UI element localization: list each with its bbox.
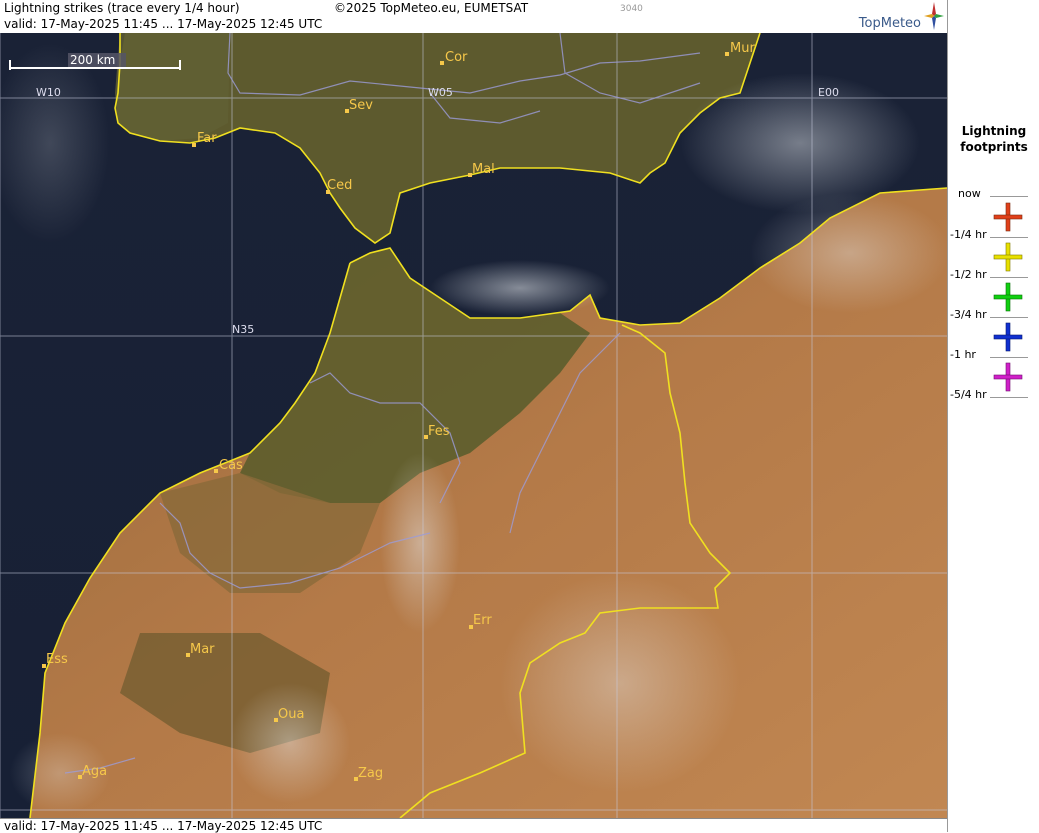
cloud	[230, 683, 350, 803]
map-code: 3040	[620, 4, 643, 14]
city-label-mar: Mar	[190, 642, 215, 657]
lightning-cross-icon	[993, 322, 1023, 352]
satellite-map[interactable]: 200 km W10 W05 E00 N35 Cor Mur Sev Far C…	[0, 33, 947, 818]
grid-label-w10: W10	[36, 86, 61, 99]
city-label-oua: Oua	[278, 707, 304, 722]
city-label-ced: Ced	[327, 178, 352, 193]
legend-label: -5/4 hr	[950, 388, 987, 401]
city-label-zag: Zag	[358, 766, 383, 781]
legend-divider	[990, 196, 1028, 197]
city-mur[interactable]: Mur	[725, 41, 755, 56]
city-label-far: Far	[197, 131, 217, 146]
grid-label-w05: W05	[428, 86, 453, 99]
cloud	[750, 193, 947, 313]
valid-time-bottom: valid: 17-May-2025 11:45 ... 17-May-2025…	[4, 819, 323, 833]
cloud	[500, 573, 740, 793]
grid-label-e00: E00	[818, 86, 839, 99]
topmeteo-logo[interactable]: TopMeteo	[827, 0, 947, 33]
legend-title-line2: footprints	[960, 140, 1028, 154]
legend-item-three-quarter: -3/4 hr	[948, 278, 1039, 321]
city-oua[interactable]: Oua	[274, 707, 304, 722]
lightning-cross-icon	[993, 202, 1023, 232]
legend-item-half: -1/2 hr	[948, 238, 1039, 281]
legend-divider	[990, 397, 1028, 398]
city-label-mal: Mal	[472, 162, 495, 177]
valid-time-top: valid: 17-May-2025 11:45 ... 17-May-2025…	[4, 17, 323, 31]
copyright-text: ©2025 TopMeteo.eu, EUMETSAT	[334, 1, 529, 15]
city-ced[interactable]: Ced	[326, 178, 352, 194]
legend-item-quarter: -1/4 hr	[948, 198, 1039, 241]
brand-name: TopMeteo	[858, 16, 921, 31]
header-bar: Lightning strikes (trace every 1/4 hour)…	[0, 0, 947, 34]
city-fes[interactable]: Fes	[424, 424, 450, 439]
footer-bar: valid: 17-May-2025 11:45 ... 17-May-2025…	[0, 818, 947, 833]
city-label-fes: Fes	[428, 424, 450, 439]
city-aga[interactable]: Aga	[78, 764, 107, 779]
city-ess[interactable]: Ess	[42, 652, 68, 668]
city-label-mur: Mur	[730, 41, 755, 56]
legend-item-hour: -1 hr	[948, 318, 1039, 361]
city-err[interactable]: Err	[469, 613, 492, 629]
legend-title-line1: Lightning	[961, 124, 1027, 138]
compass-rose-icon	[924, 2, 944, 30]
lightning-cross-icon	[993, 242, 1023, 272]
lightning-cross-icon	[993, 282, 1023, 312]
city-mal[interactable]: Mal	[468, 162, 495, 177]
city-cas[interactable]: Cas	[214, 458, 243, 473]
city-cor[interactable]: Cor	[440, 50, 468, 65]
portugal-land	[115, 33, 230, 141]
city-label-ess: Ess	[46, 652, 68, 667]
city-label-cas: Cas	[219, 458, 243, 473]
city-label-aga: Aga	[82, 764, 107, 779]
city-label-cor: Cor	[445, 50, 468, 65]
map-title: Lightning strikes (trace every 1/4 hour)	[4, 1, 240, 15]
scale-label: 200 km	[70, 53, 115, 67]
city-mar[interactable]: Mar	[186, 642, 215, 657]
cloud	[430, 260, 610, 316]
lightning-cross-icon	[993, 362, 1023, 392]
grid-label-n35: N35	[232, 323, 254, 336]
legend-item-five-quarter: -5/4 hr	[948, 358, 1039, 401]
legend-panel: Lightning footprints now -1/4 hr -1/2 hr…	[947, 0, 1039, 832]
city-sev[interactable]: Sev	[345, 98, 373, 113]
city-label-sev: Sev	[349, 98, 373, 113]
city-label-err: Err	[473, 613, 492, 628]
legend-title: Lightning footprints	[948, 123, 1039, 155]
city-zag[interactable]: Zag	[354, 766, 383, 781]
